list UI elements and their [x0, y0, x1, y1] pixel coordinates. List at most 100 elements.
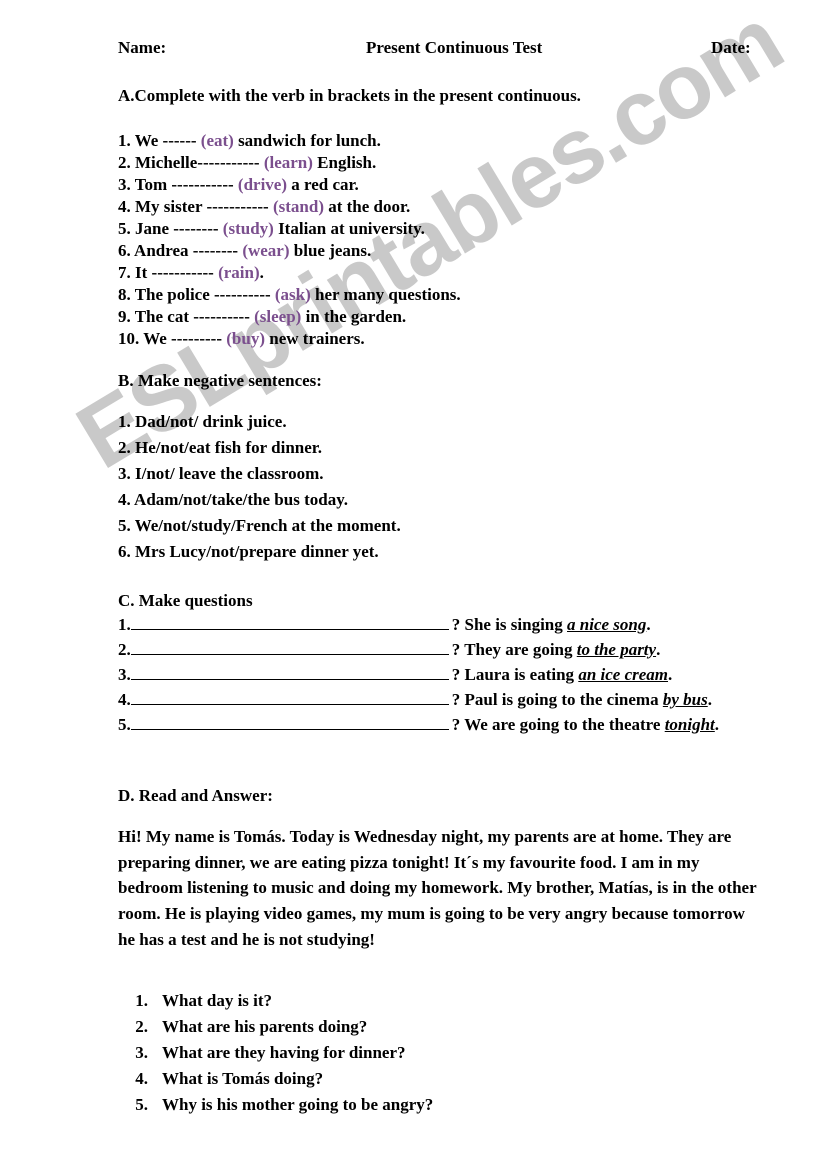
section-a-heading: A.Complete with the verb in brackets in …	[118, 86, 581, 105]
question-number: 2.	[135, 1017, 148, 1036]
section-c-row: 2. ? They are going to the party.	[118, 639, 778, 664]
highlighted-phrase: an ice cream	[578, 665, 669, 684]
answer-suffix: .	[668, 665, 673, 684]
worksheet-page: ESLprintables.com Name: Present Continuo…	[0, 0, 826, 1169]
row-number: 1.	[118, 615, 131, 634]
item-text-before: The cat ----------	[130, 307, 255, 326]
item-number: 4.	[118, 197, 131, 216]
name-label: Name:	[118, 38, 167, 57]
answer-suffix: .	[714, 715, 720, 734]
item-text-after: at the door.	[323, 197, 411, 216]
section-a-item: 3. Tom ----------- (drive) a red car.	[118, 174, 826, 196]
section-a-item: 9. The cat ---------- (sleep) in the gar…	[118, 306, 826, 328]
row-number: 2.	[118, 640, 131, 659]
item-number: 3.	[118, 175, 131, 194]
answer-prefix: ? They are going	[451, 640, 577, 659]
item-text-after: Italian at university.	[273, 219, 425, 238]
question-text: What day is it?	[162, 991, 273, 1010]
answer-prefix: ? Paul is going to the cinema	[451, 690, 663, 709]
item-text-after: sandwich for lunch.	[233, 131, 381, 150]
section-a-item: 1. We ------ (eat) sandwich for lunch.	[118, 130, 826, 152]
verb-hint: (eat)	[200, 131, 234, 150]
section-d-question: 1. What day is it?	[118, 991, 778, 1017]
verb-hint: (learn)	[263, 153, 313, 172]
page-title: Present Continuous Test	[366, 38, 543, 57]
section-a-item: 2. Michelle----------- (learn) English.	[118, 152, 826, 174]
highlighted-phrase: tonight	[664, 715, 715, 734]
item-number: 6.	[118, 241, 131, 260]
section-c-heading: C. Make questions	[118, 591, 253, 610]
answer-blank-line[interactable]	[130, 614, 449, 630]
item-text-before: Andrea --------	[130, 241, 243, 260]
answer-sentence: ? Laura is eating an ice cream.	[452, 665, 673, 685]
section-a-item: 7. It ----------- (rain).	[118, 262, 826, 284]
row-number: 4.	[118, 690, 131, 709]
item-text-before: Michelle-----------	[130, 153, 264, 172]
verb-hint: (drive)	[237, 175, 287, 194]
item-text-before: We ---------	[139, 329, 227, 348]
section-a-item: 10. We --------- (buy) new trainers.	[118, 328, 826, 350]
item-text-after: English.	[312, 153, 377, 172]
section-c-list: 1. ? She is singing a nice song. 2. ? They …	[118, 614, 778, 739]
section-b-list: 1. Dad/not/ drink juice. 2. He/not/eat fi…	[0, 411, 826, 567]
section-b-item: 5. We/not/study/French at the moment.	[118, 516, 401, 535]
answer-suffix: .	[656, 640, 661, 659]
section-c-row: 5. ? We are going to the theatre tonight.	[118, 714, 778, 739]
item-text-before: We ------	[130, 131, 201, 150]
question-number: 5.	[135, 1095, 148, 1114]
verb-hint: (buy)	[226, 329, 265, 348]
reading-passage: Hi! My name is Tomás. Today is Wednesday…	[118, 827, 757, 949]
question-number: 1.	[135, 991, 148, 1010]
section-a-item: 8. The police ---------- (ask) her many …	[118, 284, 826, 306]
date-label: Date:	[711, 38, 751, 57]
item-text-before: Jane --------	[130, 219, 223, 238]
item-number: 7.	[118, 263, 131, 282]
answer-suffix: .	[707, 690, 712, 709]
highlighted-phrase: to the party	[576, 640, 657, 659]
answer-sentence: ? Paul is going to the cinema by bus.	[452, 690, 712, 710]
answer-sentence: ? We are going to the theatre tonight.	[452, 715, 719, 735]
section-a-list: 1. We ------ (eat) sandwich for lunch. 2.…	[0, 130, 826, 350]
section-b-item: 2. He/not/eat fish for dinner.	[118, 438, 323, 457]
item-text-before: Tom -----------	[130, 175, 238, 194]
item-text-after: blue jeans.	[289, 241, 372, 260]
answer-sentence: ? She is singing a nice song.	[452, 615, 651, 635]
item-text-before: My sister -----------	[130, 197, 273, 216]
section-a-item: 4. My sister ----------- (stand) at the …	[118, 196, 826, 218]
section-c-row: 4. ? Paul is going to the cinema by bus.	[118, 689, 778, 714]
verb-hint: (wear)	[242, 241, 290, 260]
answer-blank-line[interactable]	[130, 714, 449, 730]
item-number: 5.	[118, 219, 131, 238]
item-number: 8.	[118, 285, 131, 304]
section-c-row: 3. ? Laura is eating an ice cream.	[118, 664, 778, 689]
row-number: 3.	[118, 665, 131, 684]
section-d-question: 5. Why is his mother going to be angry?	[118, 1095, 778, 1121]
answer-blank-line[interactable]	[130, 639, 449, 655]
section-a-item: 5. Jane -------- (study) Italian at univ…	[118, 218, 826, 240]
answer-sentence: ? They are going to the party.	[452, 640, 661, 660]
section-b-item: 1. Dad/not/ drink juice.	[118, 412, 287, 431]
verb-hint: (stand)	[272, 197, 324, 216]
highlighted-phrase: by bus	[662, 690, 708, 709]
question-text: Why is his mother going to be angry?	[162, 1095, 434, 1114]
verb-hint: (rain)	[218, 263, 260, 282]
section-d-questions: 1. What day is it? 2. What are his parents …	[118, 991, 778, 1121]
section-d-heading: D. Read and Answer:	[118, 786, 273, 805]
answer-blank-line[interactable]	[130, 689, 449, 705]
worksheet-header: Name: Present Continuous Test Date:	[0, 38, 826, 62]
section-b-heading: B. Make negative sentences:	[118, 371, 322, 390]
section-d-question: 3. What are they having for dinner?	[118, 1043, 778, 1069]
verb-hint: (sleep)	[254, 307, 302, 326]
item-text-after: in the garden.	[301, 307, 407, 326]
item-text-after: her many questions.	[310, 285, 461, 304]
question-text: What are they having for dinner?	[162, 1043, 406, 1062]
answer-blank-line[interactable]	[130, 664, 449, 680]
section-b-item: 6. Mrs Lucy/not/prepare dinner yet.	[118, 542, 379, 561]
question-text: What are his parents doing?	[162, 1017, 368, 1036]
item-number: 1.	[118, 131, 131, 150]
answer-prefix: ? We are going to the theatre	[451, 715, 665, 734]
section-d-question: 2. What are his parents doing?	[118, 1017, 778, 1043]
section-b-item: 4. Adam/not/take/the bus today.	[118, 490, 349, 509]
section-d-question: 4. What is Tomás doing?	[118, 1069, 778, 1095]
highlighted-phrase: a nice song	[567, 615, 647, 634]
